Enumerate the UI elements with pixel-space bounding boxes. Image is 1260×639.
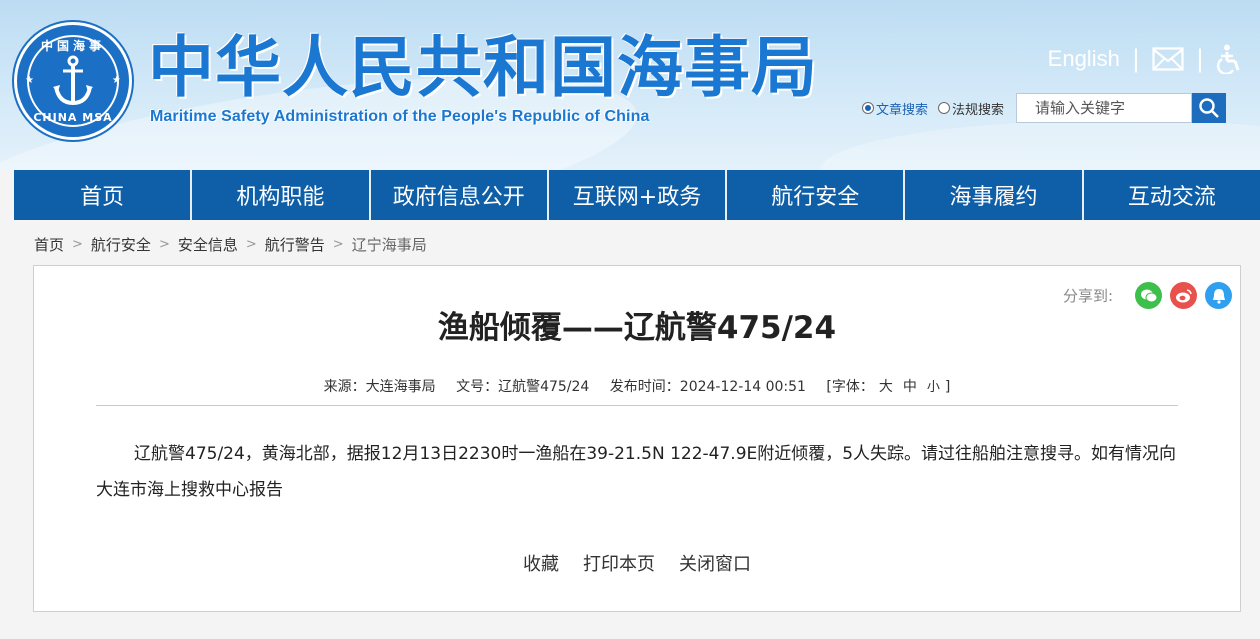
breadcrumb: 首页 > 航行安全 > 安全信息 > 航行警告 > 辽宁海事局 (34, 234, 427, 255)
search-option-article-label: 文章搜索 (876, 102, 929, 118)
radio-selected-icon (862, 102, 874, 114)
article-source: 来源：大连海事局 (323, 379, 436, 395)
header-wave-decoration-2 (820, 120, 1260, 170)
nav-item-home[interactable]: 首页 (14, 170, 193, 220)
breadcrumb-separator: > (332, 237, 344, 252)
nav-item-gov-info[interactable]: 政府信息公开 (370, 170, 549, 220)
breadcrumb-safety-info[interactable]: 安全信息 (178, 234, 238, 255)
font-size-switcher: [字体： 大中小] (826, 379, 950, 395)
site-title-chinese: 中华人民共和国海事局 (148, 29, 818, 106)
font-size-label: [字体： (826, 379, 874, 395)
search-option-law[interactable]: 法规搜索 (938, 99, 1004, 118)
accessibility-icon[interactable] (1216, 44, 1242, 74)
close-window-button[interactable]: 关闭窗口 (679, 550, 751, 576)
favorite-button[interactable]: 收藏 (523, 550, 559, 576)
breadcrumb-separator: > (72, 237, 83, 252)
english-link[interactable]: English (1048, 46, 1120, 72)
font-size-small[interactable]: 小 (927, 380, 940, 395)
anchor-icon (53, 55, 93, 106)
header-tools: English | | (1048, 44, 1242, 74)
search-button[interactable] (1192, 93, 1227, 123)
search-option-law-label: 法规搜索 (952, 102, 1005, 118)
site-title-english: Maritime Safety Administration of the Pe… (150, 108, 650, 125)
article-doc-number: 文号：辽航警475/24 (456, 379, 590, 395)
article-title: 渔船倾覆——辽航警475/24 (437, 310, 837, 346)
search-input[interactable] (1016, 93, 1193, 123)
nav-item-functions[interactable]: 机构职能 (192, 170, 371, 220)
tool-separator: | (1195, 45, 1204, 73)
search-bar: 文章搜索 法规搜索 (862, 93, 1227, 123)
article-publish-time: 发布时间：2024-12-14 00:51 (609, 379, 806, 395)
nav-item-internet-gov[interactable]: 互联网+政务 (548, 170, 728, 220)
emblem-star-icon: ★ (112, 75, 121, 86)
article-body: 辽航警475/24，黄海北部，据报12月13日2230时一渔船在39-21.5N… (96, 444, 1177, 500)
search-icon (1199, 98, 1219, 118)
nav-item-navigation-safety[interactable]: 航行安全 (727, 170, 906, 220)
meta-divider (96, 405, 1178, 406)
breadcrumb-home[interactable]: 首页 (34, 234, 64, 255)
nav-item-interaction[interactable]: 互动交流 (1083, 170, 1260, 220)
font-size-close: ] (944, 379, 951, 395)
mail-icon[interactable] (1152, 47, 1184, 71)
article-meta: 来源：大连海事局 文号：辽航警475/24 发布时间：2024-12-14 00… (34, 376, 1240, 396)
article-actions: 收藏 打印本页 关闭窗口 (34, 550, 1240, 576)
radio-unselected-icon (938, 102, 951, 114)
breadcrumb-separator: > (245, 237, 257, 252)
font-size-medium[interactable]: 中 (903, 379, 917, 395)
breadcrumb-navigation-safety[interactable]: 航行安全 (91, 234, 151, 255)
msa-emblem-logo[interactable]: 中国海事 ★ ★ CHINA MSA (14, 22, 132, 140)
site-header: 中国海事 ★ ★ CHINA MSA 中华人民共和国海事局 Maritime S… (0, 0, 1260, 170)
search-option-article[interactable]: 文章搜索 (862, 99, 928, 118)
article-panel: 分享到: 渔船倾覆——辽航警475/24 来源：大连海事局 文号：辽航警475/… (33, 265, 1241, 612)
main-nav: 首页 机构职能 政府信息公开 互联网+政务 航行安全 海事履约 互动交流 (14, 170, 1260, 220)
nav-item-convention[interactable]: 海事履约 (905, 170, 1084, 220)
emblem-bottom-text: CHINA MSA (33, 111, 113, 124)
emblem-top-text: 中国海事 (40, 39, 105, 53)
emblem-star-icon: ★ (25, 75, 34, 86)
font-size-large[interactable]: 大 (879, 379, 893, 395)
tool-separator: | (1131, 45, 1140, 73)
breadcrumb-separator: > (158, 237, 170, 252)
breadcrumb-liaoning-msa[interactable]: 辽宁海事局 (352, 234, 427, 255)
print-button[interactable]: 打印本页 (583, 550, 655, 576)
breadcrumb-navigation-warnings[interactable]: 航行警告 (265, 234, 325, 255)
